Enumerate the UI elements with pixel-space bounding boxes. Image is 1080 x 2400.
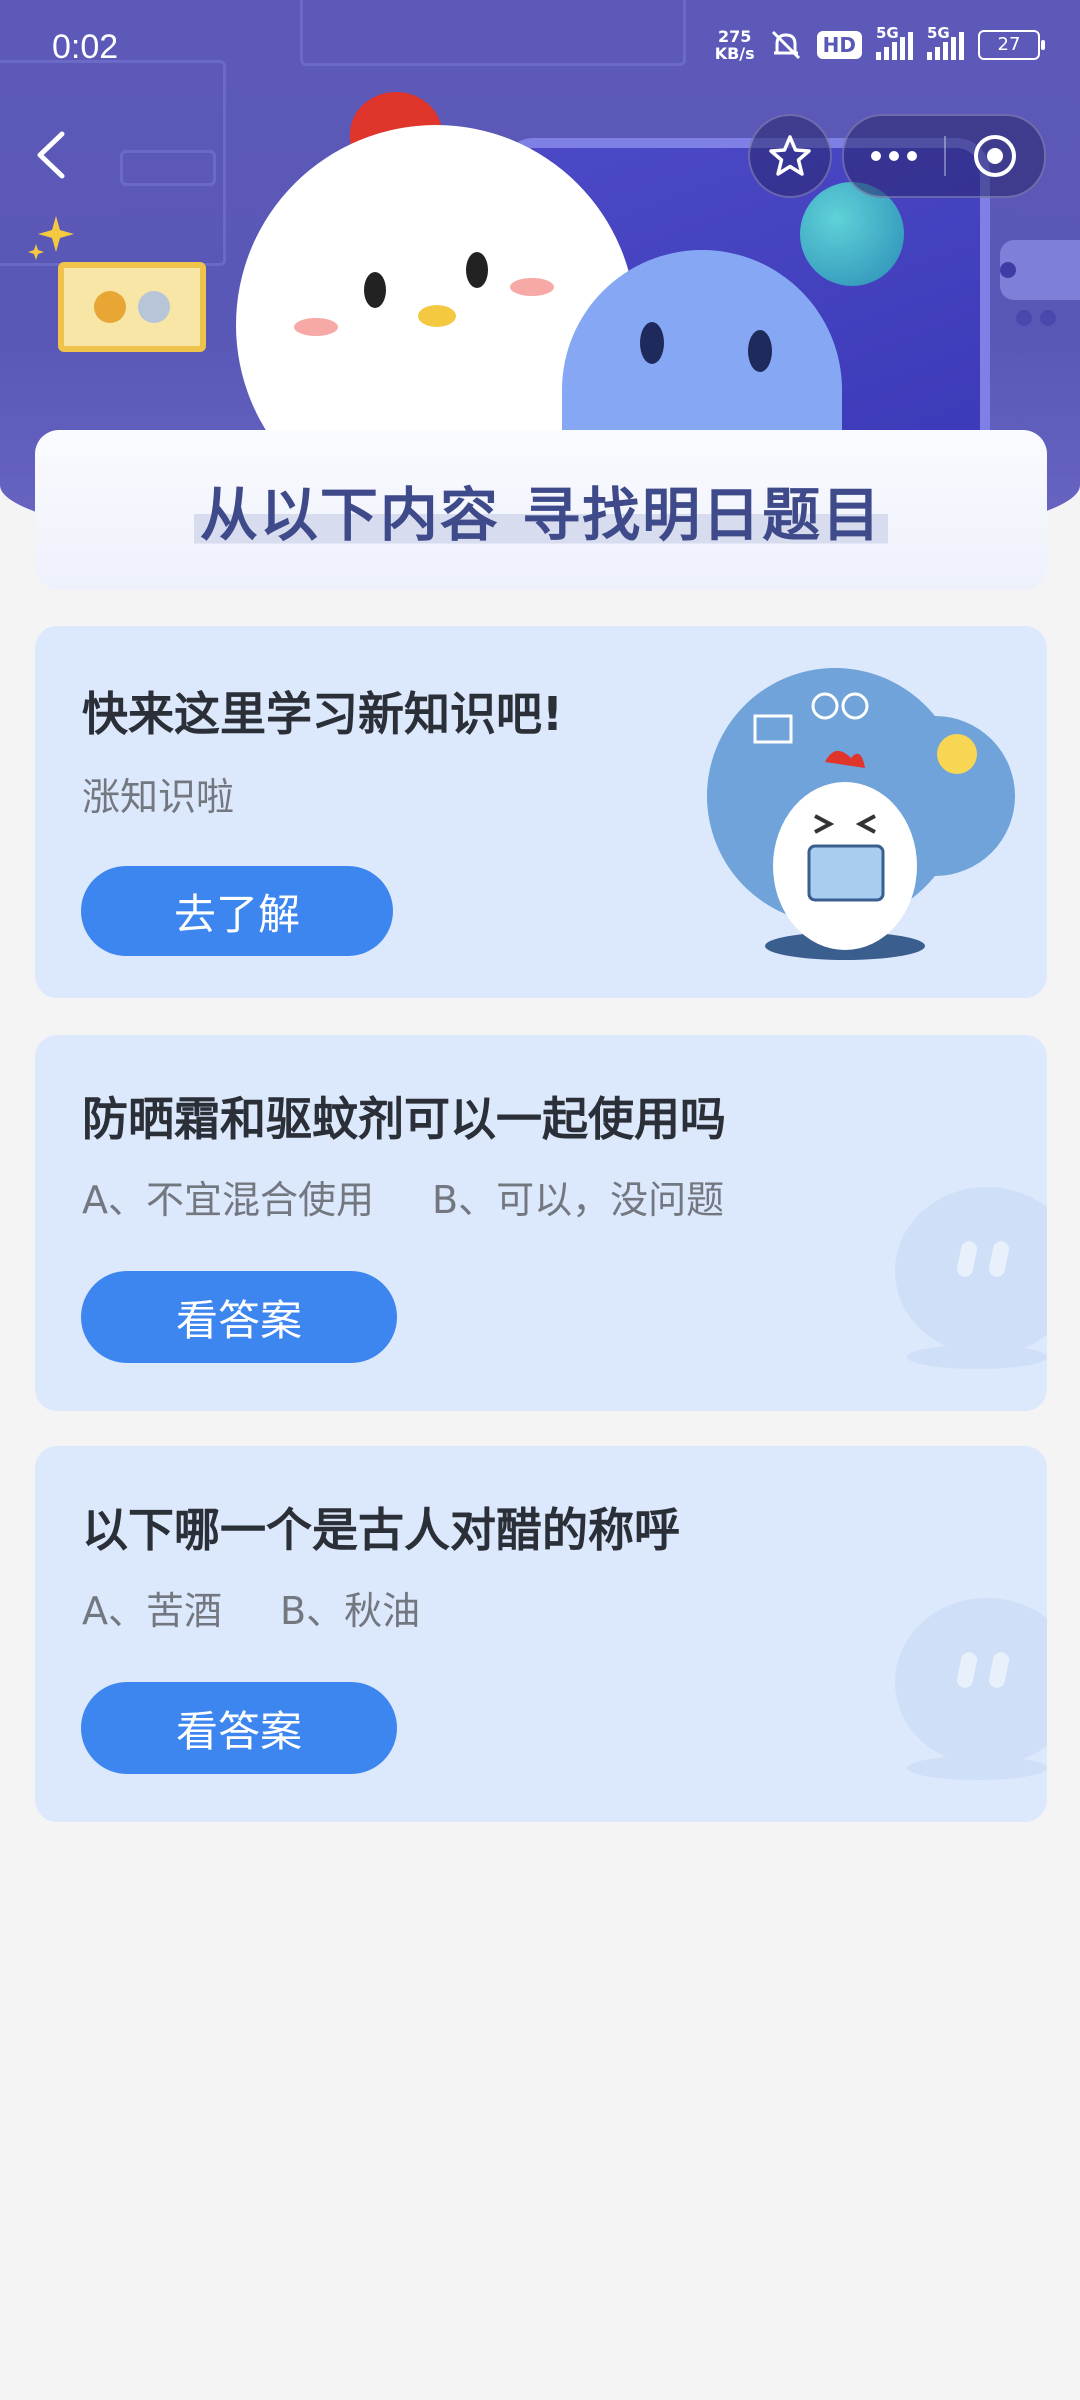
- chat-bubble-icon: [895, 1187, 1047, 1369]
- back-arrow-icon: [37, 131, 65, 179]
- favorite-button[interactable]: [748, 114, 832, 198]
- battery-icon: 27: [978, 30, 1045, 60]
- option-a: A、不宜混合使用: [82, 1178, 374, 1222]
- gold-medal-icon: [94, 291, 126, 323]
- signal-strength-icon: 5G: [876, 24, 913, 60]
- view-answer-button[interactable]: 看答案: [81, 1682, 397, 1774]
- learn-more-button[interactable]: 去了解: [81, 866, 393, 956]
- more-button[interactable]: [844, 116, 944, 196]
- banner-title: 从以下内容 寻找明日题目: [193, 468, 889, 552]
- star-icon: [769, 135, 811, 176]
- banner: 从以下内容 寻找明日题目: [35, 430, 1047, 590]
- network-type: 5G: [876, 24, 899, 42]
- dot-decoration: [1000, 262, 1016, 278]
- chicken-beak: [418, 305, 456, 327]
- question-title: 以下哪一个是古人对醋的称呼: [82, 1503, 680, 1557]
- question-card: 以下哪一个是古人对醋的称呼 A、苦酒 B、秋油 看答案: [35, 1446, 1047, 1822]
- mute-bell-icon: [771, 30, 800, 60]
- alien-eye: [748, 330, 772, 372]
- dot-decoration: [1016, 310, 1032, 326]
- status-icons: 275 KB/s HD 5G 5G 27: [715, 24, 1045, 62]
- more-icon: [871, 151, 881, 161]
- chicken-eye: [466, 252, 488, 288]
- battery-level: 27: [997, 34, 1021, 55]
- silver-medal-icon: [138, 291, 170, 323]
- status-bar: 0:02 275 KB/s HD 5G 5G 27: [0, 0, 1080, 100]
- chat-bubble-icon: [895, 1598, 1047, 1780]
- learn-card: 快来这里学习新知识吧! 涨知识啦 去了解: [35, 626, 1047, 998]
- sparkle-icon: [28, 216, 74, 260]
- chicken-cheek: [294, 318, 338, 336]
- view-answer-button[interactable]: 看答案: [81, 1271, 397, 1363]
- question-card: 防晒霜和驱蚊剂可以一起使用吗 A、不宜混合使用 B、可以，没问题 看答案: [35, 1035, 1047, 1411]
- question-options: A、不宜混合使用 B、可以，没问题: [82, 1169, 724, 1224]
- medal-plaque: [58, 262, 206, 352]
- dot-decoration: [1040, 310, 1056, 326]
- speed-value: 275: [717, 27, 752, 46]
- reading-chicken-illustration: [707, 668, 1015, 960]
- chicken-cheek: [510, 278, 554, 296]
- option-b: B、秋油: [280, 1589, 421, 1633]
- status-time: 0:02: [52, 28, 119, 66]
- circuit-decoration: [120, 150, 216, 186]
- question-title: 防晒霜和驱蚊剂可以一起使用吗: [82, 1092, 726, 1146]
- miniprogram-capsule: [842, 114, 1046, 198]
- hd-badge: HD: [816, 31, 862, 59]
- option-b: B、可以，没问题: [432, 1178, 725, 1222]
- network-speed: 275 KB/s: [715, 28, 755, 62]
- alien-eye: [640, 322, 664, 364]
- quiz-page: 0:02 275 KB/s HD 5G 5G 27 从以下内容 寻找明日题目 快…: [0, 0, 1080, 2400]
- close-miniprogram-button[interactable]: [946, 116, 1044, 196]
- network-type: 5G: [927, 24, 950, 42]
- speed-unit: KB/s: [714, 44, 755, 63]
- signal-strength-icon: 5G: [927, 24, 964, 60]
- chicken-eye: [364, 272, 386, 308]
- learn-card-subtitle: 涨知识啦: [82, 775, 235, 819]
- back-button[interactable]: [22, 120, 82, 190]
- option-a: A、苦酒: [82, 1589, 222, 1633]
- learn-card-title: 快来这里学习新知识吧!: [82, 687, 563, 741]
- target-icon: [974, 135, 1016, 177]
- question-options: A、苦酒 B、秋油: [82, 1580, 420, 1635]
